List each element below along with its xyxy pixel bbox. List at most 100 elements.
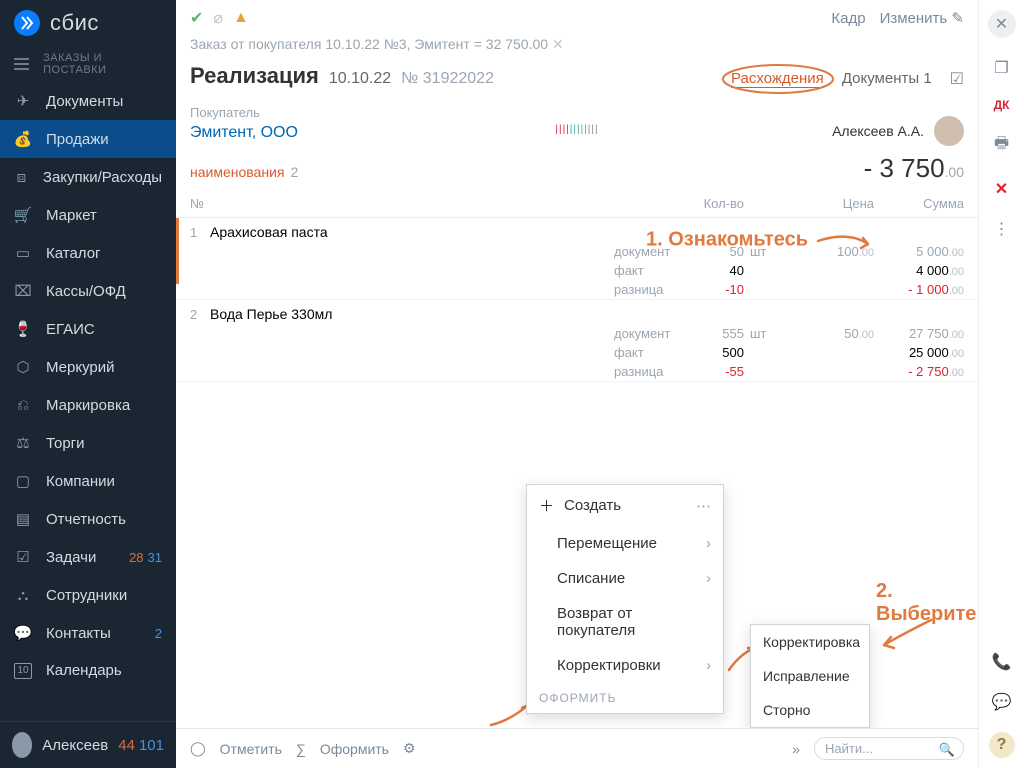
create-menu-footer: ОФОРМИТЬ bbox=[527, 683, 723, 713]
help-button[interactable]: ? bbox=[989, 732, 1015, 758]
status-check-icon[interactable]: ✔ bbox=[190, 8, 203, 28]
print-icon[interactable]: 🖶 bbox=[994, 132, 1009, 159]
pencil-icon: ✎ bbox=[951, 10, 964, 27]
building-icon: ▢ bbox=[14, 472, 32, 490]
people-icon: ⛬ bbox=[14, 586, 32, 604]
nav-tenders[interactable]: ⚖Торги bbox=[0, 424, 176, 462]
submenu-storno[interactable]: Сторно bbox=[751, 693, 869, 727]
message-icon[interactable]: 💬 bbox=[992, 692, 1012, 712]
kebab-icon[interactable]: ⋮ bbox=[994, 219, 1010, 239]
gear-icon[interactable]: ⚙ bbox=[403, 740, 416, 757]
create-menu-header[interactable]: ＋Создать⋯ bbox=[527, 485, 723, 526]
submenu-correction[interactable]: Корректировка bbox=[751, 625, 869, 659]
nav-purchases[interactable]: ⧈Закупки/Расходы bbox=[0, 158, 176, 196]
nav-marking[interactable]: ⎌Маркировка bbox=[0, 386, 176, 424]
brand-name: сбис bbox=[50, 10, 99, 36]
breadcrumb[interactable]: Заказ от покупателя 10.10.22 №3, Эмитент… bbox=[176, 36, 978, 59]
brand-row: сбис bbox=[0, 0, 176, 46]
section-label[interactable]: ЗАКАЗЫ И ПОСТАВКИ bbox=[0, 46, 176, 82]
items-label[interactable]: наименования bbox=[190, 164, 284, 180]
nav-documents[interactable]: ✈Документы bbox=[0, 82, 176, 120]
item-row[interactable]: 1 Арахисовая паста документ50шт100.005 0… bbox=[176, 218, 978, 300]
mark-icon: ⎌ bbox=[14, 396, 32, 414]
checkbox-icon[interactable]: ◯ bbox=[190, 740, 206, 757]
nav-sales[interactable]: 💰Продажи bbox=[0, 120, 176, 158]
tab-documents[interactable]: Документы 1 bbox=[842, 70, 932, 87]
nav-market[interactable]: 🛒Маркет bbox=[0, 196, 176, 234]
send-icon: ✈ bbox=[14, 92, 32, 110]
item-name: Арахисовая паста bbox=[210, 224, 964, 240]
nav-tasks[interactable]: ☑Задачи2831 bbox=[0, 538, 176, 576]
main-panel: ✔ ⌀ ▲ Кадр Изменить ✎ Заказ от покупател… bbox=[176, 0, 978, 768]
plus-icon: ＋ bbox=[539, 495, 554, 516]
nav-contacts[interactable]: 💬Контакты2 bbox=[0, 614, 176, 652]
buyer-label: Покупатель bbox=[190, 105, 804, 120]
item-name: Вода Перье 330мл bbox=[210, 306, 964, 322]
status-warning-icon[interactable]: ▲ bbox=[233, 9, 249, 27]
barcode-strip: |||||||||||| bbox=[176, 124, 978, 135]
chevron-right-icon: › bbox=[706, 535, 711, 552]
nav-catalog[interactable]: ▭Каталог bbox=[0, 234, 176, 272]
title-row: Реализация 10.10.22 № 31922022 Расхожден… bbox=[176, 59, 978, 99]
search-input[interactable]: Найти...🔍 bbox=[814, 737, 964, 760]
gavel-icon: ⚖ bbox=[14, 434, 32, 452]
annotation-two: 2. Выберите bbox=[876, 580, 978, 626]
title-number: № 31922022 bbox=[401, 70, 494, 88]
brand-logo bbox=[14, 10, 40, 36]
status-badge-icon[interactable]: ⌀ bbox=[213, 8, 223, 28]
item-row[interactable]: 2 Вода Перье 330мл документ555шт50.0027 … bbox=[176, 300, 978, 382]
nav-calendar[interactable]: 10Календарь bbox=[0, 652, 176, 689]
page-title: Реализация bbox=[190, 63, 319, 89]
menu-icon[interactable] bbox=[14, 58, 29, 70]
checklist-icon[interactable]: ☑ bbox=[950, 69, 964, 89]
edit-button[interactable]: Изменить ✎ bbox=[880, 9, 964, 27]
menu-item-move[interactable]: Перемещение› bbox=[527, 526, 723, 561]
nav-companies[interactable]: ▢Компании bbox=[0, 462, 176, 500]
kadr-tab[interactable]: Кадр bbox=[831, 10, 865, 27]
close-button[interactable]: ✕ bbox=[988, 10, 1016, 38]
nav-reports[interactable]: ▤Отчетность bbox=[0, 500, 176, 538]
sigma-icon[interactable]: ∑ bbox=[296, 741, 306, 757]
menu-item-corrections[interactable]: Корректировки› bbox=[527, 648, 723, 683]
close-breadcrumb-icon: ✕ bbox=[552, 36, 564, 52]
annotation-arrow-left bbox=[876, 615, 936, 655]
submenu-fix[interactable]: Исправление bbox=[751, 659, 869, 693]
window-icon[interactable]: ❐ bbox=[994, 58, 1008, 78]
dk-badge[interactable]: ДК bbox=[994, 98, 1010, 112]
create-menu: ＋Создать⋯ Перемещение› Списание› Возврат… bbox=[526, 484, 724, 714]
nav: ✈Документы 💰Продажи ⧈Закупки/Расходы 🛒Ма… bbox=[0, 82, 176, 721]
highlight-ellipse bbox=[719, 62, 837, 96]
sales-icon: 💰 bbox=[14, 130, 32, 148]
summary-row: наименования 2 - 3 750.00 bbox=[176, 135, 978, 190]
glass-icon: 🍷 bbox=[14, 320, 32, 338]
avatar-icon bbox=[12, 732, 32, 758]
corrections-submenu: Корректировка Исправление Сторно bbox=[750, 624, 870, 728]
footer-bar: ◯ Отметить ∑ Оформить ⚙ » Найти...🔍 bbox=[176, 728, 978, 768]
chat-icon: 💬 bbox=[14, 624, 32, 642]
nav-employees[interactable]: ⛬Сотрудники bbox=[0, 576, 176, 614]
mark-button[interactable]: Отметить bbox=[220, 741, 282, 757]
calendar-icon: 10 bbox=[14, 663, 32, 679]
catalog-icon: ▭ bbox=[14, 244, 32, 262]
expand-icon[interactable]: » bbox=[792, 741, 800, 757]
sidebar-user[interactable]: Алексеев 44101 bbox=[0, 721, 176, 768]
tab-discrepancies[interactable]: Расхождения bbox=[731, 70, 824, 87]
nav-mercury[interactable]: ⬡Меркурий bbox=[0, 348, 176, 386]
menu-item-return[interactable]: Возврат от покупателя bbox=[527, 596, 723, 648]
columns-header: № Кол-во Цена Сумма bbox=[176, 190, 978, 218]
phone-icon[interactable]: 📞 bbox=[992, 652, 1012, 672]
title-date: 10.10.22 bbox=[329, 70, 391, 88]
chevron-right-icon: › bbox=[706, 570, 711, 587]
box-icon: ⧈ bbox=[14, 168, 29, 186]
delete-icon[interactable]: ✕ bbox=[995, 179, 1008, 199]
nav-cash[interactable]: ⌧Кассы/ОФД bbox=[0, 272, 176, 310]
sidebar: сбис ЗАКАЗЫ И ПОСТАВКИ ✈Документы 💰Прода… bbox=[0, 0, 176, 768]
cash-icon: ⌧ bbox=[14, 282, 32, 300]
more-icon[interactable]: ⋯ bbox=[696, 497, 711, 515]
hex-icon: ⬡ bbox=[14, 358, 32, 376]
process-button[interactable]: Оформить bbox=[320, 741, 389, 757]
chevron-right-icon: › bbox=[706, 657, 711, 674]
menu-item-writeoff[interactable]: Списание› bbox=[527, 561, 723, 596]
nav-egais[interactable]: 🍷ЕГАИС bbox=[0, 310, 176, 348]
check-icon: ☑ bbox=[14, 548, 32, 566]
